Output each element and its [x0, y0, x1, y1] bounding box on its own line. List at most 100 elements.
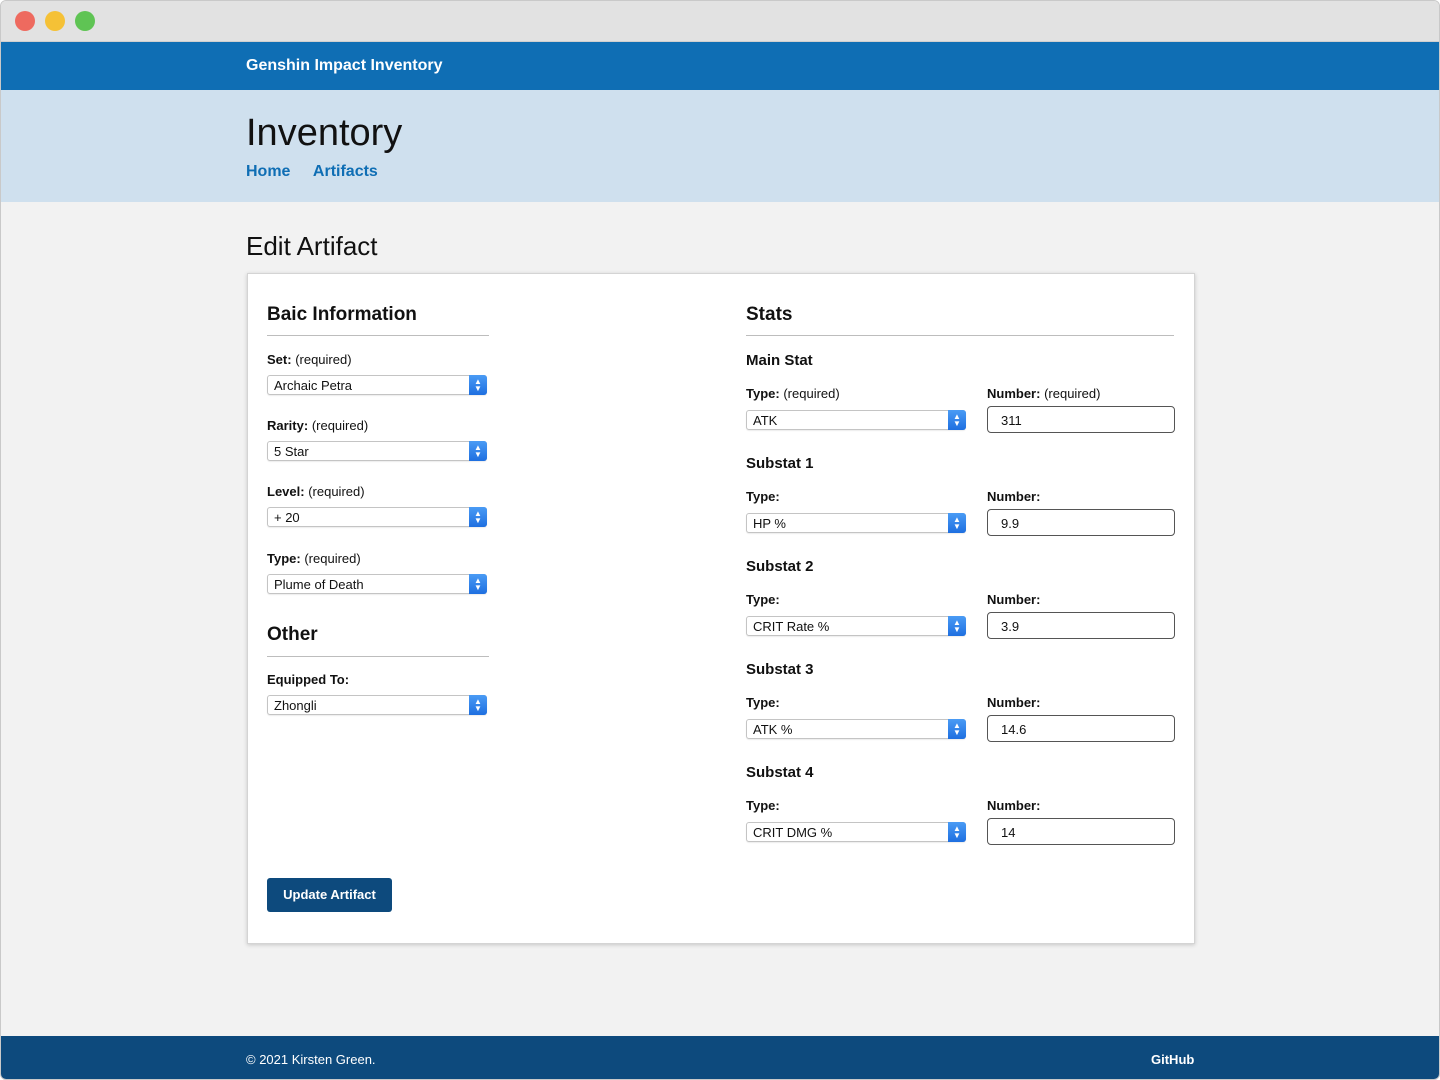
nav-link-artifacts[interactable]: Artifacts: [313, 163, 378, 181]
substat-3-type-label: Type:: [746, 695, 780, 710]
equipped-value: Zhongli: [274, 698, 317, 713]
level-value: + 20: [274, 510, 300, 525]
substat-4-type-label: Type:: [746, 798, 780, 813]
level-label: Level: (required): [267, 484, 365, 499]
select-arrows-icon: ▲ ▼: [469, 574, 487, 594]
type-label-text: Type:: [267, 551, 301, 566]
page-title: Inventory: [246, 112, 403, 154]
form-heading: Edit Artifact: [246, 231, 378, 261]
main-number-label: Number: (required): [987, 386, 1100, 401]
substat-3-number-input[interactable]: 14.6: [987, 715, 1175, 742]
divider: [267, 335, 489, 336]
type-label: Type: (required): [267, 551, 361, 566]
substat-3-type-value: ATK %: [753, 722, 793, 737]
rarity-label: Rarity: (required): [267, 418, 368, 433]
level-hint: (required): [308, 484, 365, 499]
divider: [267, 656, 489, 657]
select-arrows-icon: ▲ ▼: [469, 695, 487, 715]
level-label-text: Level:: [267, 484, 305, 499]
nav-link-home[interactable]: Home: [246, 163, 290, 181]
select-arrows-icon: ▲ ▼: [948, 513, 966, 533]
brand-link[interactable]: Genshin Impact Inventory: [246, 57, 442, 75]
rarity-value: 5 Star: [274, 444, 309, 459]
substat-2-number-input[interactable]: 3.9: [987, 612, 1175, 639]
footer: © 2021 Kirsten Green. GitHub: [1, 1036, 1439, 1079]
substat-2-number-label-text: Number:: [987, 592, 1041, 607]
top-navbar: Genshin Impact Inventory: [1, 42, 1439, 90]
substat-2-type-label: Type:: [746, 592, 780, 607]
select-arrows-icon: ▲ ▼: [469, 375, 487, 395]
copyright-text: © 2021 Kirsten Green.: [246, 1052, 376, 1067]
set-value: Archaic Petra: [274, 378, 353, 393]
main-type-hint: (required): [783, 386, 840, 401]
set-label-text: Set:: [267, 352, 292, 367]
substat-4-number-input[interactable]: 14: [987, 818, 1175, 845]
substat-1-type-value: HP %: [753, 516, 786, 531]
close-window-button[interactable]: [15, 11, 35, 31]
rarity-label-text: Rarity:: [267, 418, 309, 433]
select-arrows-icon: ▲ ▼: [948, 719, 966, 739]
level-select[interactable]: + 20 ▲ ▼: [267, 507, 487, 527]
set-select[interactable]: Archaic Petra ▲ ▼: [267, 375, 487, 395]
update-artifact-button[interactable]: Update Artifact: [267, 878, 392, 912]
substat-4-title: Substat 4: [746, 764, 814, 781]
select-arrows-icon: ▲ ▼: [469, 507, 487, 527]
substat-2-number-value: 3.9: [1001, 619, 1020, 634]
artifact-type-select[interactable]: Plume of Death ▲ ▼: [267, 574, 487, 594]
substat-3-number-value: 14.6: [1001, 722, 1027, 737]
basic-info-title: Baic Information: [267, 304, 417, 325]
divider: [746, 335, 1174, 336]
equipped-label: Equipped To:: [267, 672, 349, 687]
main-number-input[interactable]: 311: [987, 406, 1175, 433]
main-number-hint: (required): [1044, 386, 1101, 401]
hero-banner: Inventory Home Artifacts: [1, 90, 1439, 202]
main-type-select[interactable]: ATK ▲ ▼: [746, 410, 966, 430]
substat-1-type-label: Type:: [746, 489, 780, 504]
stats-title: Stats: [746, 304, 793, 325]
select-arrows-icon: ▲ ▼: [948, 822, 966, 842]
substat-2-title: Substat 2: [746, 558, 814, 575]
substat-2-type-label-text: Type:: [746, 592, 780, 607]
rarity-select[interactable]: 5 Star ▲ ▼: [267, 441, 487, 461]
substat-1-type-label-text: Type:: [746, 489, 780, 504]
equipped-select[interactable]: Zhongli ▲ ▼: [267, 695, 487, 715]
main-number-label-text: Number:: [987, 386, 1041, 401]
rarity-hint: (required): [311, 418, 369, 433]
maximize-window-button[interactable]: [75, 11, 95, 31]
select-arrows-icon: ▲ ▼: [948, 410, 966, 430]
minimize-window-button[interactable]: [45, 11, 65, 31]
main-type-label: Type: (required): [746, 386, 840, 401]
substat-1-number-label: Number:: [987, 489, 1040, 504]
substat-3-title: Substat 3: [746, 661, 814, 678]
substat-4-number-label-text: Number:: [987, 798, 1041, 813]
other-title: Other: [267, 624, 318, 645]
main-type-value: ATK: [753, 413, 778, 428]
browser-window: Genshin Impact Inventory Inventory Home …: [0, 0, 1440, 1080]
substat-1-number-input[interactable]: 9.9: [987, 509, 1175, 536]
substat-4-type-select[interactable]: CRIT DMG % ▲ ▼: [746, 822, 966, 842]
substat-1-number-label-text: Number:: [987, 489, 1041, 504]
select-arrows-icon: ▲ ▼: [948, 616, 966, 636]
window-titlebar: [1, 1, 1439, 42]
substat-4-type-value: CRIT DMG %: [753, 825, 833, 840]
substat-3-type-label-text: Type:: [746, 695, 780, 710]
hero-nav: Home Artifacts: [246, 163, 396, 181]
substat-1-title: Substat 1: [746, 455, 814, 472]
type-hint: (required): [304, 551, 361, 566]
substat-1-number-value: 9.9: [1001, 516, 1020, 531]
select-arrows-icon: ▲ ▼: [469, 441, 487, 461]
substat-3-number-label-text: Number:: [987, 695, 1041, 710]
main-stat-title: Main Stat: [746, 352, 813, 369]
edit-artifact-form: Baic Information Set: (required) Archaic…: [247, 273, 1195, 944]
artifact-type-value: Plume of Death: [274, 577, 364, 592]
github-link[interactable]: GitHub: [1151, 1052, 1194, 1067]
substat-2-number-label: Number:: [987, 592, 1040, 607]
substat-4-number-value: 14: [1001, 825, 1016, 840]
substat-3-number-label: Number:: [987, 695, 1040, 710]
equipped-label-text: Equipped To:: [267, 672, 350, 687]
set-label: Set: (required): [267, 352, 352, 367]
substat-2-type-value: CRIT Rate %: [753, 619, 830, 634]
substat-1-type-select[interactable]: HP % ▲ ▼: [746, 513, 966, 533]
substat-3-type-select[interactable]: ATK % ▲ ▼: [746, 719, 966, 739]
substat-2-type-select[interactable]: CRIT Rate % ▲ ▼: [746, 616, 966, 636]
